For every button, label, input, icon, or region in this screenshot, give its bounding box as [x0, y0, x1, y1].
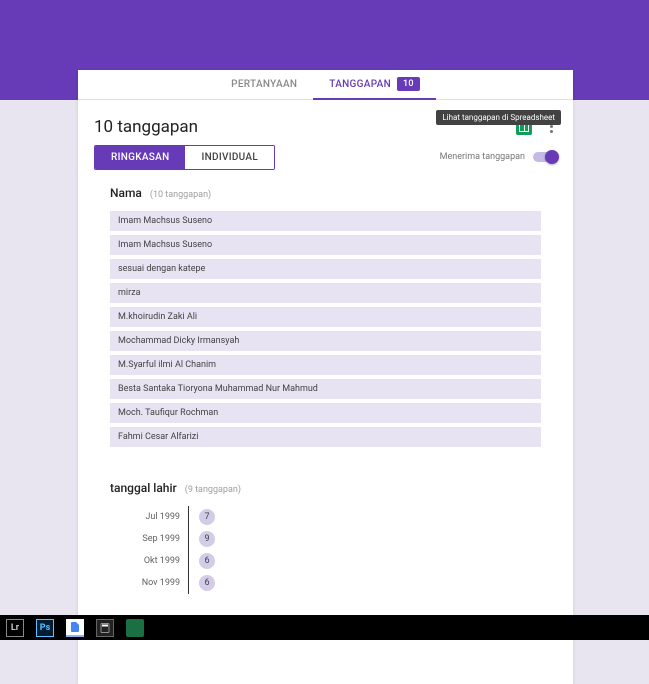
list-item: Besta Santaka Tioryona Muhammad Nur Mahm… — [110, 379, 541, 399]
responses-badge: 10 — [397, 77, 420, 91]
chart-row: Okt 1999 6 — [110, 550, 541, 572]
page-title: 10 tanggapan — [94, 117, 198, 137]
tooltip-sheets: Lihat tanggapan di Spreadsheet — [436, 110, 561, 125]
view-segmented-control: RINGKASAN INDIVIDUAL — [94, 145, 275, 170]
taskbar-photoshop-icon[interactable]: Ps — [36, 619, 54, 637]
content-area: 10 tanggapan Lihat tanggapan di Spreadsh… — [78, 100, 573, 684]
taskbar-document-icon[interactable] — [66, 619, 84, 637]
tabs-bar: PERTANYAAN TANGGAPAN 10 — [78, 70, 573, 100]
q2-title: tanggal lahir — [110, 481, 177, 495]
list-item: M.Syarful ilmi Al Chanim — [110, 355, 541, 375]
list-item: Mochammad Dicky Irmansyah — [110, 331, 541, 351]
q1-count: (10 tanggapan) — [150, 190, 211, 200]
chart-label: Nov 1999 — [110, 578, 188, 588]
receive-label: Menerima tanggapan — [440, 152, 525, 162]
chart-bubble: 6 — [199, 553, 215, 569]
taskbar-calculator-icon[interactable] — [96, 619, 114, 637]
list-item: sesuai dengan katepe — [110, 259, 541, 279]
chart-label: Sep 1999 — [110, 534, 188, 544]
taskbar-lightroom-icon[interactable]: Lr — [6, 619, 24, 637]
form-card: PERTANYAAN TANGGAPAN 10 10 tanggapan Lih… — [78, 70, 573, 684]
taskbar: Lr Ps — [0, 615, 649, 640]
chart-label: Okt 1999 — [110, 556, 188, 566]
list-item: Moch. Taufiqur Rochman — [110, 403, 541, 423]
chart-label: Jul 1999 — [110, 512, 188, 522]
chart-row: Nov 1999 6 — [110, 572, 541, 594]
list-item: M.khoirudin Zaki Ali — [110, 307, 541, 327]
seg-ringkasan[interactable]: RINGKASAN — [95, 146, 185, 169]
chart-bubble: 7 — [199, 509, 215, 525]
list-item: mirza — [110, 283, 541, 303]
chart-row: Jul 1999 7 — [110, 506, 541, 528]
accepting-toggle[interactable] — [533, 152, 557, 162]
seg-individual[interactable]: INDIVIDUAL — [185, 146, 274, 169]
q2-chart: Jul 1999 7 Sep 1999 9 Okt 1999 6 Nov 199… — [110, 506, 541, 594]
q1-title: Nama — [110, 186, 142, 200]
question-nama: Nama (10 tanggapan) Imam Machsus Suseno … — [110, 182, 541, 447]
list-item: Imam Machsus Suseno — [110, 235, 541, 255]
tab-tanggapan-label: TANGGAPAN — [329, 79, 391, 90]
list-item: Imam Machsus Suseno — [110, 211, 541, 231]
chart-bubble: 9 — [199, 531, 215, 547]
chart-row: Sep 1999 9 — [110, 528, 541, 550]
q2-count: (9 tanggapan) — [185, 485, 241, 495]
taskbar-excel-icon[interactable] — [126, 619, 144, 637]
list-item: Fahmi Cesar Alfarizi — [110, 427, 541, 447]
chart-bubble: 6 — [199, 575, 215, 591]
question-tanggal-lahir: tanggal lahir (9 tanggapan) Jul 1999 7 S… — [110, 477, 541, 594]
q1-response-list: Imam Machsus Suseno Imam Machsus Suseno … — [110, 211, 541, 447]
tab-pertanyaan[interactable]: PERTANYAAN — [215, 70, 313, 99]
tab-tanggapan[interactable]: TANGGAPAN 10 — [313, 71, 436, 100]
